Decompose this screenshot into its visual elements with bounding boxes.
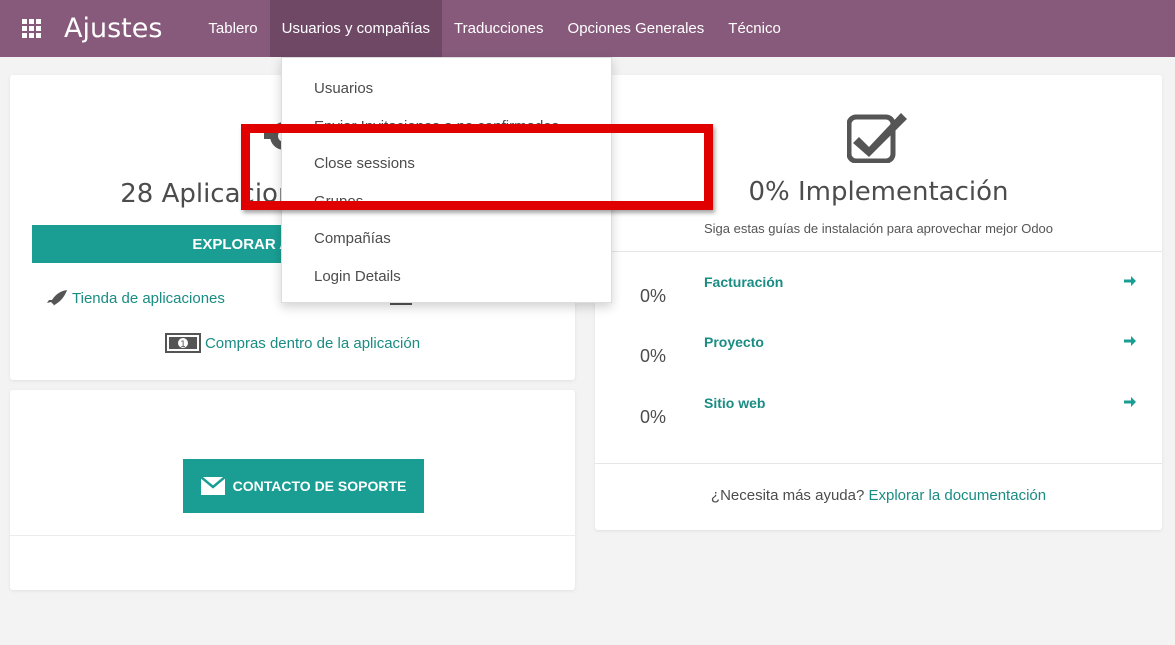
in-app-purchases-link-label: Compras dentro de la aplicación: [204, 334, 421, 352]
guide-percent: 0%: [640, 407, 667, 427]
menu-item-tablero[interactable]: Tablero: [196, 0, 269, 57]
menu-item-traducciones[interactable]: Traducciones: [442, 0, 556, 57]
main-menu: Tablero Usuarios y compañías Traduccione…: [196, 0, 792, 57]
highlight-box: [241, 124, 713, 210]
app-title: Ajustes: [64, 13, 163, 44]
arrow-right-icon[interactable]: [1123, 334, 1137, 348]
dropdown-item-usuarios[interactable]: Usuarios: [282, 76, 611, 114]
apps-grid-icon[interactable]: [20, 18, 42, 40]
guide-percent: 0%: [640, 286, 667, 306]
checkbox-icon: [847, 113, 907, 163]
support-panel: CONTACTO DE SOPORTE: [10, 390, 575, 590]
menu-item-usuarios-companias[interactable]: Usuarios y compañías: [269, 0, 443, 57]
money-icon: 1: [164, 333, 201, 353]
implementation-subtitle: Siga estas guías de instalación para apr…: [703, 221, 1054, 236]
documentation-link[interactable]: Explorar la documentación: [868, 487, 1046, 504]
top-navbar: Ajustes Tablero Usuarios y compañías Tra…: [0, 0, 1175, 57]
contact-support-label: CONTACTO DE SOPORTE: [232, 478, 407, 494]
guide-link-sitio-web[interactable]: Sitio web: [704, 395, 765, 411]
guide-row: 0% Proyecto: [595, 334, 1162, 374]
guide-percent: 0%: [640, 346, 667, 366]
implementation-divider-top: [595, 251, 1162, 252]
in-app-purchases-link[interactable]: 1 Compras dentro de la aplicación: [10, 333, 575, 353]
support-divider: [10, 535, 575, 536]
guide-row: 0% Facturación: [595, 274, 1162, 314]
menu-item-opciones-generales[interactable]: Opciones Generales: [556, 0, 717, 57]
implementation-divider-bottom: [595, 463, 1162, 464]
app-store-link-label: Tienda de aplicaciones: [72, 289, 225, 307]
dropdown-item-login-details[interactable]: Login Details: [282, 264, 611, 302]
app-store-link[interactable]: Tienda de aplicaciones: [46, 289, 225, 307]
menu-item-tecnico[interactable]: Técnico: [716, 0, 793, 57]
guide-link-proyecto[interactable]: Proyecto: [704, 334, 764, 350]
contact-support-button[interactable]: CONTACTO DE SOPORTE: [183, 459, 424, 513]
mail-icon: [200, 477, 225, 495]
arrow-right-icon[interactable]: [1123, 395, 1137, 409]
svg-text:1: 1: [180, 340, 186, 350]
arrow-right-icon[interactable]: [1123, 274, 1137, 288]
guide-row: 0% Sitio web: [595, 395, 1162, 435]
guide-link-facturacion[interactable]: Facturación: [704, 274, 783, 290]
help-question: ¿Necesita más ayuda?: [710, 487, 865, 504]
dropdown-item-companias[interactable]: Compañías: [282, 226, 611, 264]
rocket-icon: [47, 290, 67, 306]
help-text: ¿Necesita más ayuda? Explorar la documen…: [595, 487, 1162, 504]
